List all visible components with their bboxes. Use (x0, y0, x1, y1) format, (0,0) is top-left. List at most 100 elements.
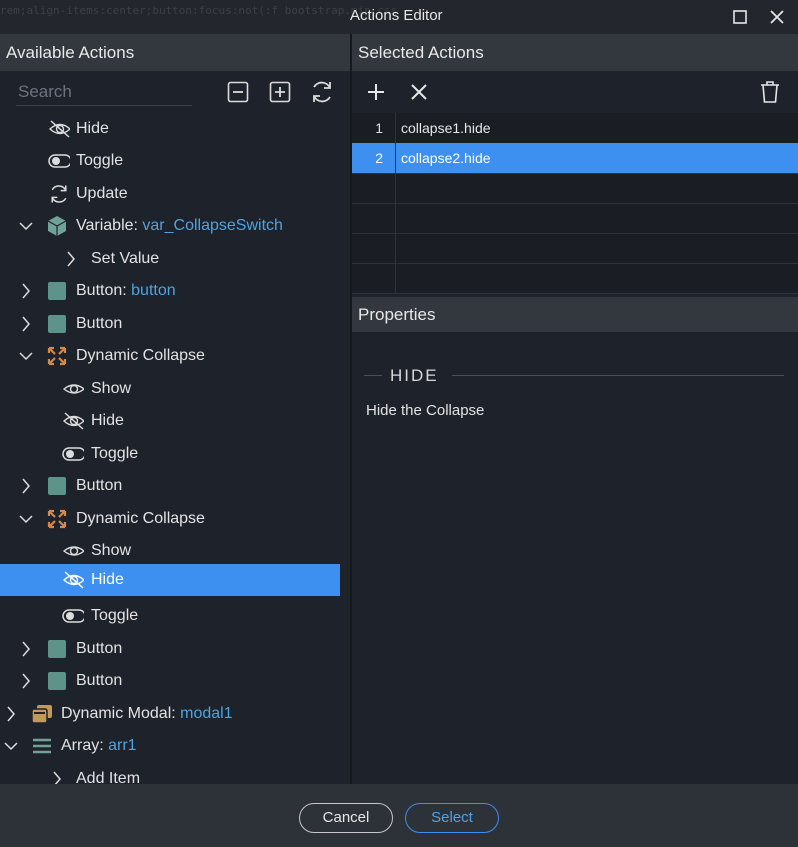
tree-item-set-value[interactable]: Set Value (0, 243, 340, 275)
add-action-button[interactable] (363, 79, 389, 105)
tree-item-dynamic-modal[interactable]: Dynamic Modal: modal1 (0, 698, 340, 730)
tree-item-hide-selected[interactable]: Hide (0, 564, 340, 596)
trash-icon (761, 81, 779, 103)
tree-item-button[interactable]: Button (0, 470, 340, 502)
properties-description: Hide the Collapse (366, 402, 485, 419)
select-button[interactable]: Select (405, 803, 499, 833)
chevron-right-icon[interactable] (19, 673, 33, 689)
tree-item-label: Dynamic Collapse (76, 347, 205, 364)
square-icon (46, 639, 68, 659)
refresh-icon (313, 81, 331, 103)
tree-item-label: Toggle (76, 152, 124, 169)
chevron-right-icon[interactable] (19, 283, 33, 299)
close-icon (770, 10, 784, 24)
properties-header: Properties (352, 297, 798, 332)
tree-item-button[interactable]: Button (0, 308, 340, 340)
tree-item-show[interactable]: Show (0, 373, 340, 405)
tree-item-dynamic-collapse[interactable]: Dynamic Collapse (0, 340, 340, 372)
toggle-icon (62, 444, 84, 464)
tree-item-toggle[interactable]: Toggle (0, 438, 340, 470)
table-row[interactable] (352, 233, 798, 264)
toggle-icon (62, 606, 84, 626)
list-icon (31, 736, 53, 756)
tree-item-variable[interactable]: Variable: var_CollapseSwitch (0, 210, 340, 242)
tree-item-add-item[interactable]: Add Item (0, 763, 340, 784)
chevron-right-icon[interactable] (50, 771, 64, 784)
minus-square-icon (227, 81, 249, 103)
table-row[interactable] (352, 263, 798, 294)
tree-item-label: Hide (91, 571, 124, 588)
tree-item-label: Button (76, 672, 123, 689)
title-bar: rem;align-items:center;button:focus:not(… (0, 0, 798, 34)
tree-item-label: Dynamic Modal: (61, 705, 181, 722)
tree-item-label: Hide (91, 412, 124, 429)
square-icon (46, 314, 68, 334)
selected-actions-header: Selected Actions (352, 34, 798, 71)
tree-item-value: var_CollapseSwitch (142, 217, 283, 234)
tree-item-show[interactable]: Show (0, 535, 340, 567)
heading-rule-right (452, 375, 784, 376)
chevron-right-icon[interactable] (64, 251, 78, 267)
table-row-selected[interactable]: 2 collapse2.hide (352, 143, 798, 174)
tree-item-button[interactable]: Button (0, 633, 340, 665)
tree-item-value: modal1 (180, 705, 233, 722)
properties-panel (352, 332, 798, 784)
eye-slash-icon (62, 570, 84, 590)
table-row[interactable] (352, 173, 798, 204)
tree-item-toggle[interactable]: Toggle (0, 600, 340, 632)
chevron-down-icon[interactable] (4, 738, 18, 754)
tree-item-label: Button (76, 315, 123, 332)
tree-item-label: Hide (76, 120, 109, 137)
square-icon (46, 671, 68, 691)
dialog-footer (0, 784, 798, 847)
tree-item-label: Variable: (76, 217, 143, 234)
eye-slash-icon (62, 411, 84, 431)
eye-slash-icon (48, 119, 70, 139)
tree-item-label: Button (76, 640, 123, 657)
tree-item-hide[interactable]: Hide (0, 405, 340, 437)
chevron-right-icon[interactable] (4, 706, 18, 722)
tree-item-label: Show (91, 542, 132, 559)
tree-item-array[interactable]: Array: arr1 (0, 730, 340, 762)
refresh-button[interactable] (309, 79, 335, 105)
cancel-button[interactable]: Cancel (299, 803, 393, 833)
chevron-right-icon[interactable] (19, 316, 33, 332)
chevron-down-icon[interactable] (19, 218, 33, 234)
remove-action-button[interactable] (406, 79, 432, 105)
row-number (352, 203, 396, 233)
tree-item-label: Dynamic Collapse (76, 510, 205, 527)
close-icon (411, 84, 427, 100)
tree-item-label: Button (76, 477, 123, 494)
tree-item-button[interactable]: Button: button (0, 275, 340, 307)
expand-all-button[interactable] (267, 79, 293, 105)
plus-square-icon (269, 81, 291, 103)
search-input[interactable] (16, 79, 192, 106)
chevron-right-icon[interactable] (19, 641, 33, 657)
selected-actions-grid: 1 collapse1.hide 2 collapse2.hide (352, 113, 798, 294)
row-number (352, 263, 396, 293)
tree-item-label: Add Item (76, 770, 141, 784)
row-number: 2 (352, 143, 396, 173)
close-window-button[interactable] (766, 6, 788, 28)
chevron-down-icon[interactable] (19, 511, 33, 527)
collapse-arrows-icon (46, 509, 68, 529)
modal-icon (31, 704, 53, 724)
tree-item-label: Set Value (91, 250, 160, 267)
row-number: 1 (352, 113, 396, 143)
maximize-button[interactable] (729, 6, 751, 28)
row-action: collapse2.hide (401, 150, 491, 166)
tree-item-label: Toggle (91, 445, 139, 462)
chevron-right-icon[interactable] (19, 478, 33, 494)
tree-item-update[interactable]: Update (0, 178, 340, 210)
delete-button[interactable] (757, 79, 783, 105)
tree-item-toggle[interactable]: Toggle (0, 145, 340, 177)
chevron-down-icon[interactable] (19, 348, 33, 364)
tree-item-hide[interactable]: Hide (0, 113, 340, 145)
maximize-icon (733, 10, 747, 24)
collapse-all-button[interactable] (225, 79, 251, 105)
table-row[interactable]: 1 collapse1.hide (352, 113, 798, 144)
tree-item-dynamic-collapse[interactable]: Dynamic Collapse (0, 503, 340, 535)
table-row[interactable] (352, 203, 798, 234)
tree-item-button[interactable]: Button (0, 665, 340, 697)
properties-title: HIDE (390, 366, 439, 385)
